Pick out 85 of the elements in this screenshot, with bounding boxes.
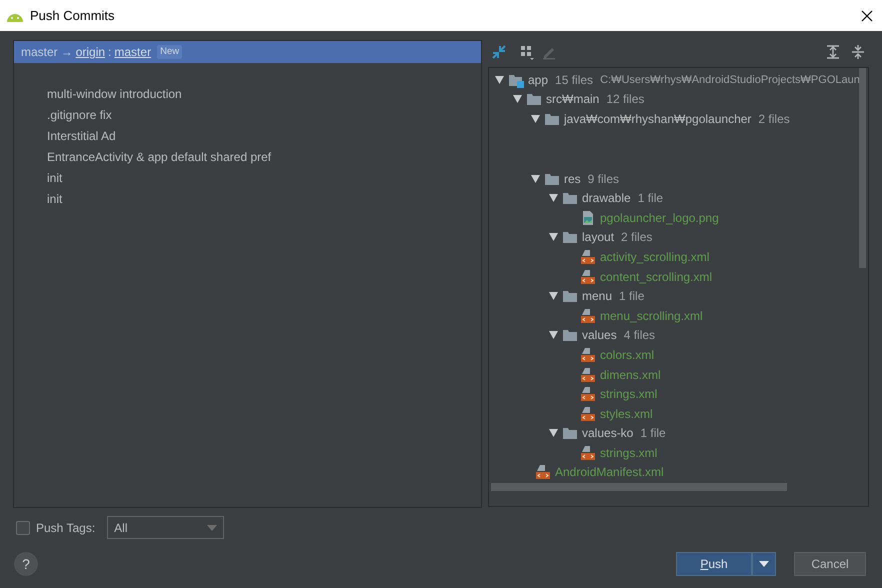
folder-icon — [562, 229, 578, 246]
tree-item-label[interactable]: java₩com₩rhyshan₩pgolauncher — [564, 110, 752, 128]
expanded-arrow-icon[interactable] — [549, 331, 558, 340]
file-count: 12 files — [606, 91, 644, 108]
folder-icon — [526, 91, 542, 108]
expanded-arrow-icon[interactable] — [549, 194, 558, 202]
file-count: 1 file — [619, 288, 644, 306]
file-count: 1 file — [638, 190, 664, 208]
tree-item-label[interactable]: strings.xml — [600, 385, 658, 404]
vertical-scrollbar[interactable] — [859, 68, 866, 268]
expanded-arrow-icon[interactable] — [549, 233, 558, 242]
tree-item-label[interactable]: menu_scrolling.xml — [600, 306, 703, 325]
folder-icon — [562, 327, 578, 344]
separator-text: : — [108, 44, 112, 61]
tree-item-label[interactable]: values — [582, 326, 617, 344]
tree-item-label[interactable]: values-ko — [582, 424, 634, 442]
collapse-all-icon[interactable] — [850, 44, 866, 60]
push-options-button[interactable] — [752, 552, 776, 576]
tree-item-label[interactable]: app — [528, 70, 548, 89]
horizontal-scrollbar[interactable] — [491, 483, 787, 492]
xml-file-icon — [580, 308, 596, 324]
commit-message[interactable]: init — [14, 189, 481, 210]
tree-item-label[interactable]: AndroidManifest.xml — [555, 463, 664, 482]
file-count: 2 files — [621, 229, 652, 246]
expanded-arrow-icon[interactable] — [531, 174, 540, 183]
expanded-arrow-icon[interactable] — [495, 76, 504, 84]
file-count: 4 files — [624, 327, 656, 344]
remote-branch-link[interactable]: master — [114, 43, 152, 61]
tree-item-label[interactable]: layout — [582, 228, 614, 246]
tree-item-label[interactable]: src₩main — [546, 90, 600, 108]
xml-file-icon — [535, 464, 551, 480]
image-file-icon — [580, 210, 596, 226]
tags-dropdown[interactable]: All — [107, 516, 224, 539]
arrows-icon[interactable] — [491, 44, 507, 60]
file-count: 1 file — [640, 425, 666, 442]
file-count: 9 files — [588, 170, 620, 188]
tree-item-label[interactable]: colors.xml — [600, 346, 654, 364]
xml-file-icon — [580, 444, 596, 461]
file-path: C:₩Users₩rhys₩AndroidStudioProjects₩PGOLaun — [600, 72, 860, 88]
grid-icon[interactable] — [519, 44, 535, 60]
file-count: 2 files — [758, 110, 790, 128]
tags-value: All — [114, 520, 128, 536]
commit-message[interactable]: EntranceActivity & app default shared pref — [14, 147, 481, 168]
remote-link[interactable]: origin — [76, 43, 106, 61]
folder-icon — [562, 425, 578, 442]
folder-icon — [562, 288, 578, 304]
push-tags-label: Push Tags: — [36, 520, 96, 536]
tree-item-label[interactable]: pgolauncher_logo.png — [600, 208, 719, 227]
folder-icon — [562, 190, 578, 206]
cancel-button[interactable]: Cancel — [794, 552, 866, 576]
checkbox[interactable] — [16, 520, 30, 534]
tree-item-label[interactable]: activity_scrolling.xml — [600, 248, 710, 266]
help-button[interactable]: ? — [14, 552, 38, 576]
tree-item-label[interactable]: res — [564, 170, 581, 188]
expand-all-icon[interactable] — [825, 44, 841, 60]
commit-message[interactable]: init — [14, 168, 481, 189]
expanded-arrow-icon[interactable] — [549, 292, 558, 300]
push-button[interactable]: Push — [676, 552, 752, 576]
expanded-arrow-icon[interactable] — [549, 429, 558, 438]
xml-file-icon — [580, 386, 596, 402]
tree-item-label[interactable]: content_scrolling.xml — [600, 268, 712, 286]
commit-message[interactable]: .gitignore fix — [14, 105, 481, 126]
xml-file-icon — [580, 366, 596, 383]
commit-message[interactable]: Interstitial Ad — [14, 126, 481, 147]
tree-item-label[interactable]: dimens.xml — [600, 366, 661, 384]
xml-file-icon — [580, 346, 596, 363]
file-count: 15 files — [555, 72, 594, 89]
new-badge: New — [157, 44, 182, 60]
arrow-text: → — [60, 44, 73, 61]
commit-message[interactable]: multi-window introduction — [14, 84, 481, 105]
branch-name: master — [21, 44, 58, 61]
tree-item-label[interactable]: menu — [582, 287, 612, 306]
tree-item-label[interactable]: drawable — [582, 189, 631, 208]
branch-row[interactable]: master → origin : master New — [14, 41, 481, 63]
caret-icon — [207, 524, 218, 530]
tree-item-label[interactable]: styles.xml — [600, 404, 653, 423]
xml-file-icon — [580, 268, 596, 285]
expanded-arrow-icon[interactable] — [513, 95, 522, 104]
caret-icon — [759, 561, 769, 567]
window-title: Push Commits — [30, 6, 115, 25]
expanded-arrow-icon[interactable] — [531, 114, 540, 123]
xml-file-icon — [580, 248, 596, 265]
close-icon[interactable] — [861, 10, 873, 22]
xml-file-icon — [580, 406, 596, 422]
tree-item-label[interactable]: strings.xml — [600, 444, 658, 462]
